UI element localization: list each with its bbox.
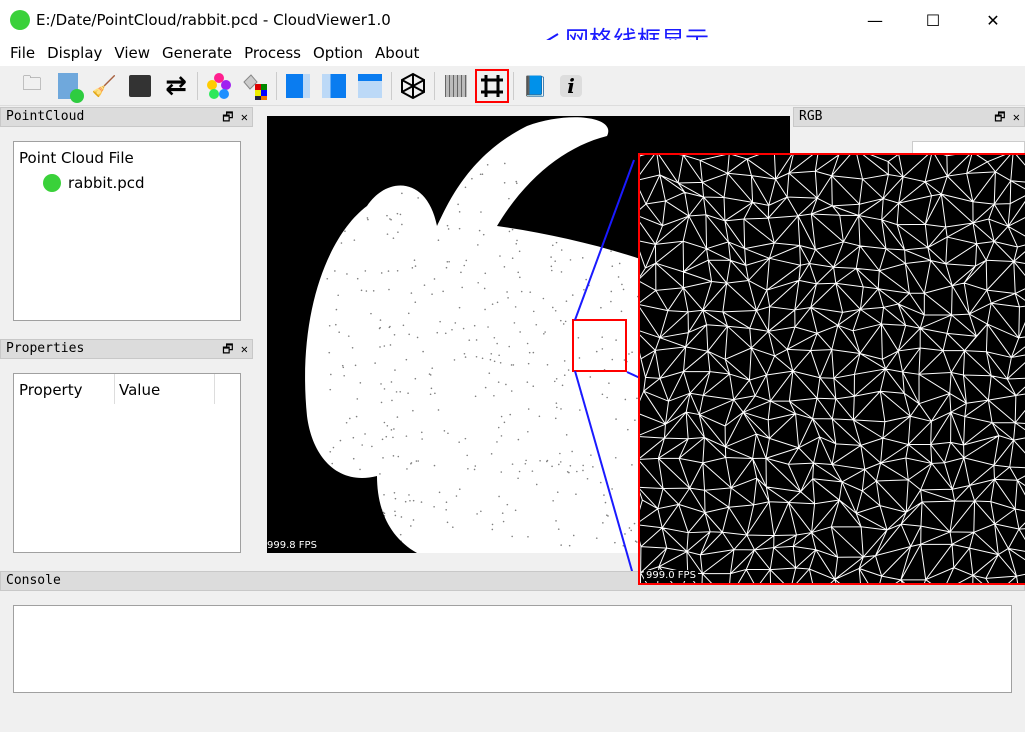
wireframe-icon[interactable] [475, 68, 509, 103]
pointcloud-tree[interactable]: Point Cloud File rabbit.pcd [13, 141, 241, 321]
tree-item-label: rabbit.pcd [68, 174, 145, 192]
side-view-icon[interactable] [318, 70, 350, 102]
rgb-dock-header: RGB 🗗 ✕ [793, 107, 1025, 127]
menu-file[interactable]: File [4, 44, 41, 62]
tree-item-rabbit[interactable]: rabbit.pcd [43, 174, 145, 192]
broom-icon[interactable]: 🧹 [88, 70, 120, 102]
properties-table: Property Value [13, 373, 241, 553]
dock-title: Console [6, 573, 61, 588]
grid-cube-icon[interactable] [440, 70, 472, 102]
tree-root[interactable]: Point Cloud File [19, 149, 134, 167]
wireframe-zoom-inset: 999.0 FPS [638, 153, 1025, 585]
info-icon[interactable]: i [555, 70, 587, 102]
add-file-icon[interactable] [52, 70, 84, 103]
app-icon [10, 10, 30, 30]
front-view-icon[interactable] [282, 70, 314, 102]
properties-dock-header: Properties 🗗 ✕ [0, 339, 253, 359]
float-icon[interactable]: 🗗 [222, 110, 233, 124]
menu-process[interactable]: Process [238, 44, 307, 62]
wireframe-mesh [640, 155, 1025, 583]
float-icon[interactable]: 🗗 [222, 342, 233, 356]
vertex-cube-icon[interactable] [397, 70, 429, 102]
close-icon[interactable]: ✕ [241, 342, 248, 356]
color-dots-icon[interactable] [203, 70, 235, 102]
fps-counter: 999.8 FPS [267, 540, 317, 551]
menu-about[interactable]: About [369, 44, 425, 62]
open-folder-icon[interactable]: 🗀 [16, 70, 48, 102]
column-header-value[interactable]: Value [119, 381, 160, 399]
refresh-icon[interactable]: ⇄ [160, 70, 192, 102]
cloud-icon [43, 174, 61, 192]
top-view-icon[interactable] [354, 70, 386, 102]
dock-title: PointCloud [6, 109, 85, 124]
minimize-button[interactable]: — [852, 0, 898, 40]
paint-bucket-icon[interactable] [239, 70, 271, 102]
menu-bar: File Display View Generate Process Optio… [0, 40, 1025, 66]
menu-option[interactable]: Option [307, 44, 369, 62]
column-header-property[interactable]: Property [19, 381, 82, 399]
zoom-selection-box [572, 319, 627, 372]
pointcloud-dock-header: PointCloud 🗗 ✕ [0, 107, 253, 127]
inset-fps-counter: 999.0 FPS [644, 570, 698, 581]
dock-title: RGB [799, 109, 823, 124]
close-icon[interactable]: ✕ [241, 110, 248, 124]
console-output[interactable] [13, 605, 1012, 693]
menu-view[interactable]: View [108, 44, 156, 62]
maximize-button[interactable]: ☐ [910, 0, 956, 40]
dock-title: Properties [6, 341, 85, 356]
help-book-icon[interactable]: 📘 [519, 70, 551, 102]
menu-display[interactable]: Display [41, 44, 108, 62]
window-title: E:/Date/PointCloud/rabbit.pcd - CloudVie… [36, 11, 391, 29]
float-icon[interactable]: 🗗 [994, 110, 1005, 124]
toolbar: 🗀 🧹 ⇄ 📘 i [0, 66, 1025, 106]
close-icon[interactable]: ✕ [1013, 110, 1020, 124]
save-icon[interactable] [124, 70, 156, 102]
menu-generate[interactable]: Generate [156, 44, 238, 62]
close-button[interactable]: ✕ [970, 0, 1016, 40]
